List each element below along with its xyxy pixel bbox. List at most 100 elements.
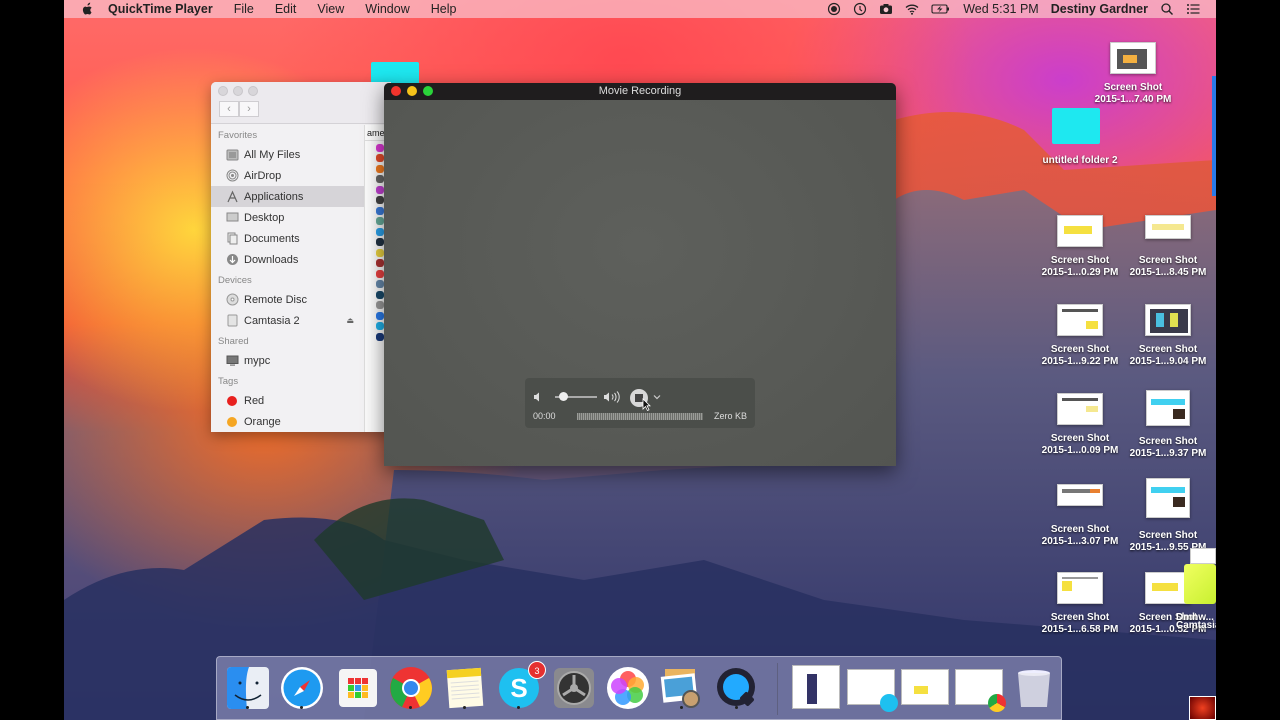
dock-safari[interactable] <box>279 665 325 711</box>
wifi-icon[interactable] <box>905 2 919 16</box>
app-icon[interactable] <box>376 311 384 320</box>
app-icon[interactable] <box>376 175 384 183</box>
dock-quicktime[interactable] <box>714 665 760 711</box>
menu-edit[interactable]: Edit <box>275 2 297 16</box>
icon-label-sub: 2015-1...0.09 PM <box>1041 445 1119 456</box>
recording-controls: 00:00 Zero KB <box>525 378 755 428</box>
app-icon[interactable] <box>376 154 384 162</box>
menu-user-name[interactable]: Destiny Gardner <box>1051 2 1148 16</box>
app-icon[interactable] <box>376 269 384 278</box>
desktop-icon-screenshot[interactable]: Screen Shot 2015-1...3.07 PM <box>1037 484 1123 548</box>
camera-icon[interactable] <box>879 2 893 16</box>
dock-system-preferences[interactable] <box>551 665 597 711</box>
finder-close-button[interactable] <box>218 86 228 96</box>
app-icon[interactable] <box>376 280 384 288</box>
app-icon[interactable] <box>376 196 384 204</box>
dock-trash[interactable] <box>1011 665 1057 711</box>
app-icon[interactable] <box>376 217 384 225</box>
battery-icon[interactable] <box>931 2 951 16</box>
desktop-icon-screenshot[interactable]: Screen Shot 2015-1...9.55 PM <box>1125 478 1211 554</box>
menu-clock[interactable]: Wed 5:31 PM <box>963 2 1039 16</box>
finder-minimize-button[interactable] <box>233 86 243 96</box>
dock-chrome[interactable] <box>388 665 434 711</box>
sidebar-item-documents[interactable]: Documents <box>211 228 364 249</box>
volume-slider-knob[interactable] <box>558 392 568 401</box>
volume-low-icon[interactable] <box>533 391 545 403</box>
dock-photos[interactable] <box>605 665 651 711</box>
desktop-icon-camtasia[interactable]: Dmhw... Camtasia <box>1176 548 1216 631</box>
record-stop-icon[interactable] <box>827 2 841 16</box>
menu-help[interactable]: Help <box>431 2 457 16</box>
desktop-icon-screenshot[interactable]: Screen Shot 2015-1...9.37 PM <box>1125 390 1211 460</box>
finder-back-button[interactable]: ‹ <box>219 101 239 117</box>
desktop-icon-screenshot[interactable]: Screen Shot 2015-1...0.29 PM <box>1037 215 1123 279</box>
finder-forward-button[interactable]: › <box>239 101 259 117</box>
sidebar-item-applications[interactable]: Applications <box>211 186 364 207</box>
app-icon[interactable] <box>376 301 384 309</box>
eject-icon[interactable]: ⏏ <box>346 316 354 325</box>
menu-view[interactable]: View <box>317 2 344 16</box>
screenshot-thumbnail <box>1145 304 1191 336</box>
minimize-button[interactable] <box>407 86 417 96</box>
icon-label-sub: Camtasia <box>1176 620 1216 631</box>
desktop-icon-screenshot[interactable]: Screen Shot 2015-1...6.58 PM <box>1037 572 1123 636</box>
app-icon[interactable] <box>376 206 384 215</box>
options-chevron-down-icon[interactable] <box>653 394 661 400</box>
desktop-icon-partial[interactable] <box>1189 696 1216 720</box>
desktop-icon-screenshot[interactable]: Screen Shot 2015-1...8.45 PM <box>1125 215 1211 279</box>
finder-zoom-button[interactable] <box>248 86 258 96</box>
dock-launchpad[interactable] <box>335 665 381 711</box>
window-preview <box>914 686 928 694</box>
menu-window[interactable]: Window <box>365 2 409 16</box>
sidebar-item-desktop[interactable]: Desktop <box>211 207 364 228</box>
desktop-icon-untitled-folder[interactable]: untitled folder 2 <box>1035 100 1125 167</box>
app-icon[interactable] <box>376 332 384 341</box>
menu-app-name[interactable]: QuickTime Player <box>108 2 213 16</box>
desktop-icon-screenshot[interactable]: Screen Shot 2015-1...7.40 PM <box>1090 42 1176 106</box>
sidebar-item-camtasia-2[interactable]: Camtasia 2 ⏏ <box>211 310 364 331</box>
app-icon[interactable] <box>376 322 384 330</box>
dock-notes[interactable] <box>442 665 488 711</box>
sidebar-item-remote-disc[interactable]: Remote Disc <box>211 289 364 310</box>
sidebar-item-airdrop[interactable]: AirDrop <box>211 165 364 186</box>
svg-text:S: S <box>510 673 527 703</box>
close-button[interactable] <box>391 86 401 96</box>
dock-minimized-window[interactable] <box>901 669 949 705</box>
desktop-icon-screenshot[interactable]: Screen Shot 2015-1...0.09 PM <box>1037 393 1123 457</box>
apple-menu-icon[interactable] <box>80 2 94 16</box>
sidebar-item-all-my-files[interactable]: All My Files <box>211 144 364 165</box>
sidebar-item-tag-red[interactable]: Red <box>211 390 364 411</box>
app-icon[interactable] <box>376 185 384 194</box>
dock-preview[interactable] <box>659 665 705 711</box>
dock-finder[interactable] <box>225 665 271 711</box>
app-icon[interactable] <box>376 248 384 257</box>
photos-icon <box>607 667 649 709</box>
notification-center-icon[interactable] <box>1186 2 1200 16</box>
sidebar-item-mypc[interactable]: mypc <box>211 350 364 371</box>
app-icon[interactable] <box>376 259 384 267</box>
drive-icon <box>225 314 239 328</box>
menu-file[interactable]: File <box>234 2 254 16</box>
app-icon[interactable] <box>376 227 384 236</box>
spotlight-search-icon[interactable] <box>1160 2 1174 16</box>
sidebar-item-downloads[interactable]: Downloads <box>211 249 364 270</box>
dock-minimized-window[interactable] <box>792 665 840 709</box>
desktop-icon-screenshot[interactable]: Screen Shot 2015-1...9.22 PM <box>1037 304 1123 368</box>
time-machine-icon[interactable] <box>853 2 867 16</box>
dock-minimized-window[interactable] <box>955 669 1006 712</box>
movie-title-bar[interactable]: Movie Recording <box>384 83 896 100</box>
app-icon[interactable] <box>376 143 384 152</box>
dock-minimized-window[interactable] <box>847 669 898 712</box>
dock-skype[interactable]: S 3 <box>496 661 546 711</box>
app-icon[interactable] <box>376 290 384 299</box>
app-icon[interactable] <box>376 238 384 246</box>
sidebar-item-label: AirDrop <box>244 169 282 182</box>
app-icon[interactable] <box>376 164 384 173</box>
sidebar-item-tag-orange[interactable]: Orange <box>211 411 364 432</box>
finder-window: ‹ › Favorites All My Files AirDrop Appli… <box>211 82 391 432</box>
zoom-button[interactable] <box>423 86 433 96</box>
volume-high-icon[interactable] <box>603 390 621 404</box>
running-indicator <box>735 706 738 709</box>
skype-notification-badge: 3 <box>528 661 546 679</box>
desktop-icon-screenshot[interactable]: Screen Shot 2015-1...9.04 PM <box>1125 304 1211 368</box>
